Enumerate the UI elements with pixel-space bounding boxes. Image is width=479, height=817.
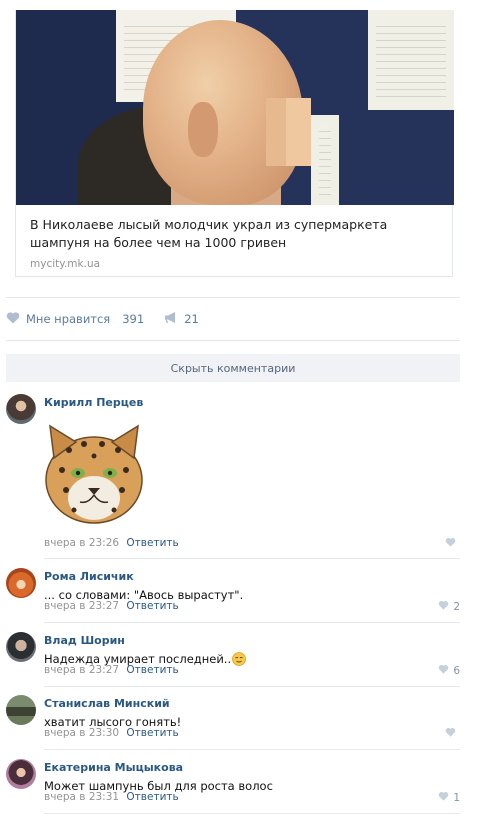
reply-button[interactable]: Ответить <box>126 537 178 549</box>
comment: Екатерина Мыцыкова Может шампунь был для… <box>6 759 460 815</box>
comment-like-button[interactable]: 1 <box>438 791 460 804</box>
comment-meta: вчера в 23:27 Ответить <box>44 600 179 612</box>
link-card-title[interactable]: В Николаеве лысый молодчик украл из супе… <box>30 216 440 252</box>
reply-button[interactable]: Ответить <box>126 727 178 739</box>
photo-notice-paper <box>368 10 454 110</box>
photo-notice-paper <box>311 115 339 205</box>
comment-like-button[interactable] <box>445 727 460 740</box>
comment-like-button[interactable]: 2 <box>438 600 460 613</box>
relieved-face-emoji-icon <box>232 652 247 669</box>
comment-author[interactable]: Влад Шорин <box>44 634 125 647</box>
reply-button[interactable]: Ответить <box>126 600 178 612</box>
avatar[interactable] <box>6 568 36 598</box>
comment-time[interactable]: вчера в 23:27 <box>44 664 119 676</box>
divider <box>44 749 460 750</box>
heart-icon <box>445 727 456 740</box>
heart-icon <box>6 311 20 327</box>
heart-icon <box>438 791 449 804</box>
comment-author[interactable]: Рома Лисичик <box>44 570 134 583</box>
divider <box>6 340 460 341</box>
comment-time[interactable]: вчера в 23:26 <box>44 537 119 549</box>
post-actions: Мне нравится 391 21 <box>6 309 199 329</box>
avatar[interactable] <box>6 394 36 424</box>
comment-time[interactable]: вчера в 23:27 <box>44 600 119 612</box>
comment-like-count: 1 <box>453 791 460 804</box>
link-card-domain: mycity.mk.ua <box>30 258 101 270</box>
avatar[interactable] <box>6 695 36 725</box>
link-card[interactable]: В Николаеве лысый молодчик украл из супе… <box>15 10 454 277</box>
comment-meta: вчера в 23:27 Ответить <box>44 664 179 676</box>
megaphone-icon <box>164 311 178 327</box>
like-button[interactable]: Мне нравится 391 <box>6 311 144 327</box>
share-count: 21 <box>184 312 199 326</box>
comment: Рома Лисичик ... со словами: "Авось выра… <box>6 568 460 624</box>
like-label: Мне нравится <box>26 312 111 326</box>
divider <box>44 686 460 687</box>
comment-like-count: 6 <box>453 664 460 677</box>
avatar[interactable] <box>6 632 36 662</box>
avatar[interactable] <box>6 759 36 789</box>
hide-comments-button[interactable]: Скрыть комментарии <box>6 354 460 382</box>
comment-like-button[interactable]: 6 <box>438 664 460 677</box>
comment: Станислав Минский хватит лысого гонять! … <box>6 695 460 751</box>
comment-meta: вчера в 23:31 Ответить <box>44 791 179 803</box>
comment-time[interactable]: вчера в 23:31 <box>44 791 119 803</box>
comment: Влад Шорин Надежда умирает последней.. в… <box>6 632 460 688</box>
heart-icon <box>438 664 449 677</box>
like-count: 391 <box>122 312 145 326</box>
reply-button[interactable]: Ответить <box>126 664 178 676</box>
photo-face-blur <box>286 98 311 166</box>
leopard-sticker-icon <box>44 418 144 526</box>
reply-button[interactable]: Ответить <box>126 791 178 803</box>
share-button[interactable]: 21 <box>164 311 199 327</box>
comment-author[interactable]: Екатерина Мыцыкова <box>44 761 183 774</box>
divider <box>44 813 460 814</box>
divider <box>44 622 460 623</box>
comment-meta: вчера в 23:26 Ответить <box>44 537 179 549</box>
link-card-photo[interactable] <box>16 10 454 205</box>
heart-icon <box>438 600 449 613</box>
divider <box>44 558 460 559</box>
comment-time[interactable]: вчера в 23:30 <box>44 727 119 739</box>
comment-author[interactable]: Станислав Минский <box>44 697 170 710</box>
comment-like-count: 2 <box>453 600 460 613</box>
divider <box>6 297 460 298</box>
comment: Кирилл Перцев вчера в 23:26 Ответить <box>6 394 460 560</box>
comment-meta: вчера в 23:30 Ответить <box>44 727 179 739</box>
photo-ear <box>188 102 218 157</box>
heart-icon <box>445 537 456 550</box>
comment-author[interactable]: Кирилл Перцев <box>44 396 143 409</box>
comment-like-button[interactable] <box>445 537 460 550</box>
